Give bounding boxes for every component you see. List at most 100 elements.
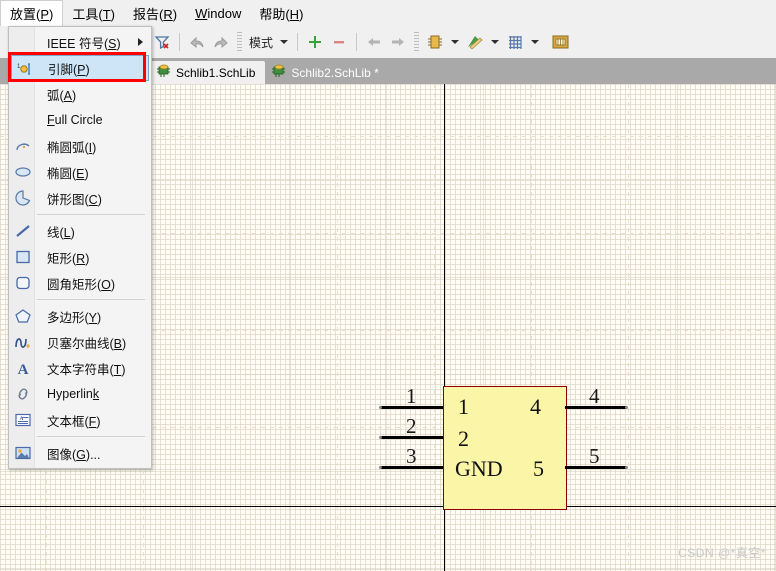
canvas-subgrid-line — [434, 84, 435, 571]
pie-icon — [12, 185, 34, 211]
rectangle-icon — [12, 244, 34, 270]
menu-item-line-label: 线(L) — [47, 225, 75, 240]
menu-item-ellipse-label: 椭圆(E) — [47, 166, 89, 181]
menu-reports[interactable]: 报告(R) — [124, 0, 186, 26]
add-part-icon[interactable] — [303, 29, 327, 55]
tab-schlib2[interactable]: Schlib2.SchLib * — [265, 61, 388, 84]
toolbar-separator — [356, 33, 358, 51]
menu-item-pie-chart[interactable]: 饼形图(C) — [9, 185, 151, 211]
menu-item-arc[interactable]: 弧(A) — [9, 81, 151, 107]
pin-end-5 — [625, 466, 628, 469]
submenu-arrow-icon — [138, 38, 143, 46]
tab-schlib1[interactable]: Schlib1.SchLib — [150, 61, 266, 84]
grid-icon[interactable] — [503, 29, 527, 55]
round-rect-icon — [12, 270, 34, 296]
text-frame-icon: A — [12, 407, 34, 433]
menu-item-rectangle[interactable]: 矩形(R) — [9, 244, 151, 270]
toolbar-grip[interactable] — [414, 32, 420, 52]
menu-reports-label: 报告(R) — [133, 6, 178, 22]
menu-separator — [37, 299, 145, 300]
pin-number-3: 3 — [406, 444, 417, 468]
chevron-down-icon[interactable] — [280, 40, 289, 44]
origin-axis-horizontal — [0, 506, 776, 507]
menu-item-pin[interactable]: 1 引脚(P) — [11, 55, 149, 81]
redo-icon[interactable] — [209, 29, 233, 55]
menu-item-round-rectangle[interactable]: 圆角矩形(O) — [9, 270, 151, 296]
elliptic-arc-icon — [12, 133, 34, 159]
menu-item-bezier-label: 贝塞尔曲线(B) — [47, 336, 127, 351]
watermark: CSDN @*真空* — [678, 546, 766, 560]
menu-item-rectangle-label: 矩形(R) — [47, 251, 90, 266]
menu-item-text-string-label: 文本字符串(T) — [47, 362, 126, 377]
bezier-icon — [12, 329, 34, 355]
clear-filter-icon[interactable] — [150, 29, 174, 55]
pin-number-1: 1 — [406, 384, 417, 408]
menu-bar: 放置(P) 工具(T) 报告(R) Window 帮助(H) — [0, 0, 776, 26]
menu-item-graphic[interactable]: 图像(G)... — [9, 440, 151, 466]
line-icon — [12, 218, 34, 244]
menu-item-hyperlink[interactable]: Hyperlink — [9, 381, 151, 407]
pin-icon: 1 — [15, 56, 37, 82]
menu-item-elliptical-arc-label: 椭圆弧(I) — [47, 140, 97, 155]
drawing-tools-icon[interactable] — [463, 29, 487, 55]
place-component-icon[interactable] — [423, 29, 447, 55]
chevron-down-icon[interactable] — [451, 40, 460, 44]
menu-help-label: 帮助(H) — [259, 6, 304, 22]
menu-item-full-circle-label: Full Circle — [47, 113, 103, 127]
chevron-down-icon[interactable] — [491, 40, 500, 44]
no-icon — [12, 81, 34, 107]
tab-schlib1-label: Schlib1.SchLib — [176, 65, 256, 80]
previous-part-icon[interactable] — [362, 29, 386, 55]
place-dropdown-menu: IEEE 符号(S) 1 引脚(P) 弧(A) Full Circle 椭圆弧(I) 椭圆(… — [8, 26, 152, 469]
schlib-icon — [271, 64, 286, 81]
schlib-icon — [156, 64, 171, 81]
menu-separator — [37, 214, 145, 215]
canvas-subgrid-line — [725, 84, 726, 571]
menu-item-round-rectangle-label: 圆角矩形(O) — [47, 277, 116, 292]
image-icon — [12, 440, 34, 466]
menu-item-polygon-label: 多边形(Y) — [47, 310, 102, 325]
pin-end-1 — [379, 406, 382, 409]
pin-name-4: 4 — [530, 394, 541, 419]
next-part-icon[interactable] — [386, 29, 410, 55]
remove-part-icon[interactable] — [327, 29, 351, 55]
toolbar-separator — [179, 33, 180, 51]
menu-item-graphic-label: 图像(G)... — [47, 447, 101, 462]
canvas-subgrid-line — [337, 84, 338, 571]
menu-window[interactable]: Window — [186, 0, 250, 26]
menu-item-ieee-symbols[interactable]: IEEE 符号(S) — [9, 29, 151, 55]
polygon-icon — [12, 303, 34, 329]
library-icon[interactable] — [549, 29, 573, 55]
menu-item-pin-label: 引脚(P) — [48, 62, 90, 77]
ellipse-icon — [12, 159, 34, 185]
undo-icon[interactable] — [185, 29, 209, 55]
chevron-down-icon[interactable] — [531, 40, 540, 44]
canvas-subgrid-line — [0, 524, 776, 525]
hyperlink-icon — [12, 381, 34, 407]
menu-item-elliptical-arc[interactable]: 椭圆弧(I) — [9, 133, 151, 159]
toolbar-grip[interactable] — [237, 32, 242, 52]
menu-place[interactable]: 放置(P) — [0, 0, 64, 26]
menu-item-line[interactable]: 线(L) — [9, 218, 151, 244]
menu-tools[interactable]: 工具(T) — [63, 0, 124, 26]
pin-number-2: 2 — [406, 414, 417, 438]
menu-item-text-frame[interactable]: A 文本框(F) — [9, 407, 151, 433]
mode-label: 模式 — [249, 35, 274, 50]
menu-item-polygon[interactable]: 多边形(Y) — [9, 303, 151, 329]
no-icon — [12, 107, 34, 133]
menu-place-label: 放置(P) — [10, 7, 54, 22]
pin-name-5: 5 — [533, 456, 544, 481]
pin-end-4 — [625, 406, 628, 409]
pin-number-4: 4 — [589, 384, 600, 408]
menu-item-ieee-symbols-label: IEEE 符号(S) — [47, 36, 121, 51]
menu-item-text-frame-label: 文本框(F) — [47, 414, 101, 429]
canvas-subgrid-line — [628, 84, 629, 571]
menu-item-text-string[interactable]: A 文本字符串(T) — [9, 355, 151, 381]
menu-item-full-circle[interactable]: Full Circle — [9, 107, 151, 133]
menu-help[interactable]: 帮助(H) — [250, 0, 312, 26]
mode-dropdown[interactable]: 模式 — [246, 29, 276, 55]
menu-item-bezier[interactable]: 贝塞尔曲线(B) — [9, 329, 151, 355]
menu-item-hyperlink-label: Hyperlink — [47, 387, 100, 401]
menu-item-ellipse[interactable]: 椭圆(E) — [9, 159, 151, 185]
svg-text:A: A — [18, 362, 29, 376]
